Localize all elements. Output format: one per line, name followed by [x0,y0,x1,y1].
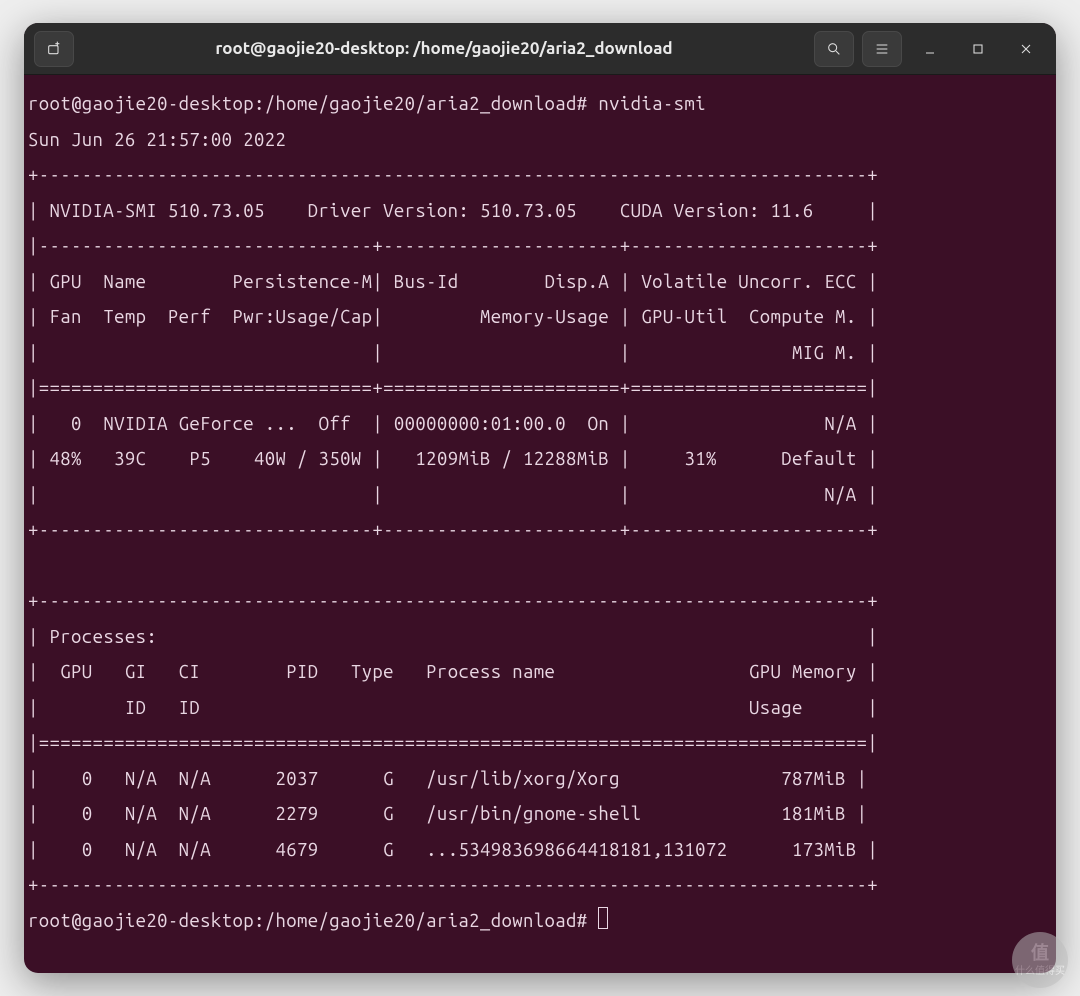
new-tab-icon [46,41,62,57]
timestamp: Sun Jun 26 21:57:00 2022 [28,130,286,150]
watermark-badge: 值 什么值得买 [1012,932,1068,988]
window-title: root@gaojie20-desktop: /home/gaojie20/ar… [82,39,806,58]
maximize-button[interactable] [958,31,998,67]
search-button[interactable] [814,31,854,67]
smi-table: +---------------------------------------… [28,165,878,895]
new-tab-button[interactable] [34,31,74,67]
maximize-icon [970,41,986,57]
minimize-icon [922,41,938,57]
cursor [598,907,608,929]
prompt-line-2: root@gaojie20-desktop:/home/gaojie20/ari… [28,911,588,931]
terminal-window: root@gaojie20-desktop: /home/gaojie20/ar… [24,23,1056,973]
prompt-line-1: root@gaojie20-desktop:/home/gaojie20/ari… [28,94,588,114]
hamburger-icon [874,41,890,57]
titlebar: root@gaojie20-desktop: /home/gaojie20/ar… [24,23,1056,75]
close-icon [1018,41,1034,57]
terminal-content[interactable]: root@gaojie20-desktop:/home/gaojie20/ari… [24,75,1056,973]
menu-button[interactable] [862,31,902,67]
minimize-button[interactable] [910,31,950,67]
command-text: nvidia-smi [598,94,706,114]
close-button[interactable] [1006,31,1046,67]
search-icon [826,41,842,57]
